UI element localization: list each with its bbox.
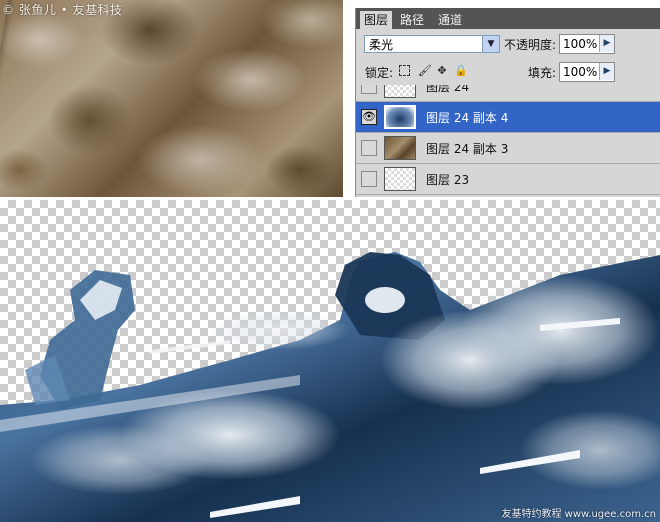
layer-name: 图层 24 副本 3 <box>426 142 509 156</box>
blend-mode-value: 柔光 <box>369 38 394 52</box>
watermark-top: © 张鱼儿 • 友基科技 <box>2 3 123 17</box>
watermark-bottom: 友基特约教程 www.ugee.com.cn <box>501 509 656 520</box>
blue-marble-artwork <box>0 252 660 522</box>
visibility-toggle[interactable] <box>361 85 377 94</box>
layer-thumbnail <box>384 136 416 160</box>
tab-layers[interactable]: 图层 <box>360 11 393 29</box>
texture-fold <box>0 0 343 197</box>
lock-transparency-icon[interactable] <box>399 65 410 76</box>
texture-preview: © 张鱼儿 • 友基科技 <box>0 0 343 197</box>
layer-thumbnail <box>384 105 416 129</box>
eye-icon[interactable]: 👁 <box>361 109 377 125</box>
layer-thumbnail <box>384 85 416 98</box>
panel-tab-bar: 图层 路径 通道 <box>356 8 660 29</box>
blend-mode-select[interactable]: 柔光 ▼ <box>364 35 500 53</box>
move-icon[interactable]: ✥ <box>436 65 448 77</box>
layer-name: 图层 24 <box>426 85 470 94</box>
visibility-toggle[interactable] <box>361 140 377 156</box>
layers-panel: 图层 路径 通道 柔光 ▼ 不透明度: 100% ▶ 锁定: 🖌 ✥ 🔒 填充:… <box>355 8 660 197</box>
lock-icon[interactable]: 🔒 <box>454 65 468 77</box>
layer-thumbnail <box>384 167 416 191</box>
layer-row-24-copy-3[interactable]: 图层 24 副本 3 <box>356 133 660 164</box>
tab-channels[interactable]: 通道 <box>434 11 466 29</box>
chevron-right-icon[interactable]: ▶ <box>599 63 614 80</box>
layer-row-23[interactable]: 图层 23 <box>356 164 660 195</box>
fill-label: 填充: <box>528 66 557 80</box>
layer-row-24-copy-4[interactable]: 👁 图层 24 副本 4 <box>356 102 660 133</box>
tab-paths[interactable]: 路径 <box>396 11 428 29</box>
layer-name: 图层 23 <box>426 173 470 187</box>
chevron-down-icon[interactable]: ▼ <box>482 36 499 52</box>
lock-label: 锁定: <box>365 66 394 80</box>
opacity-label: 不透明度: <box>504 38 557 52</box>
visibility-toggle[interactable] <box>361 171 377 187</box>
chevron-right-icon[interactable]: ▶ <box>599 35 614 52</box>
brush-icon[interactable]: 🖌 <box>418 65 432 77</box>
layer-row-24[interactable]: 图层 24 <box>356 85 660 102</box>
layer-list: 图层 24 👁 图层 24 副本 4 图层 24 副本 3 图层 23 <box>356 85 660 197</box>
document-canvas[interactable]: 友基特约教程 www.ugee.com.cn <box>0 200 660 522</box>
layer-name: 图层 24 副本 4 <box>426 111 509 125</box>
